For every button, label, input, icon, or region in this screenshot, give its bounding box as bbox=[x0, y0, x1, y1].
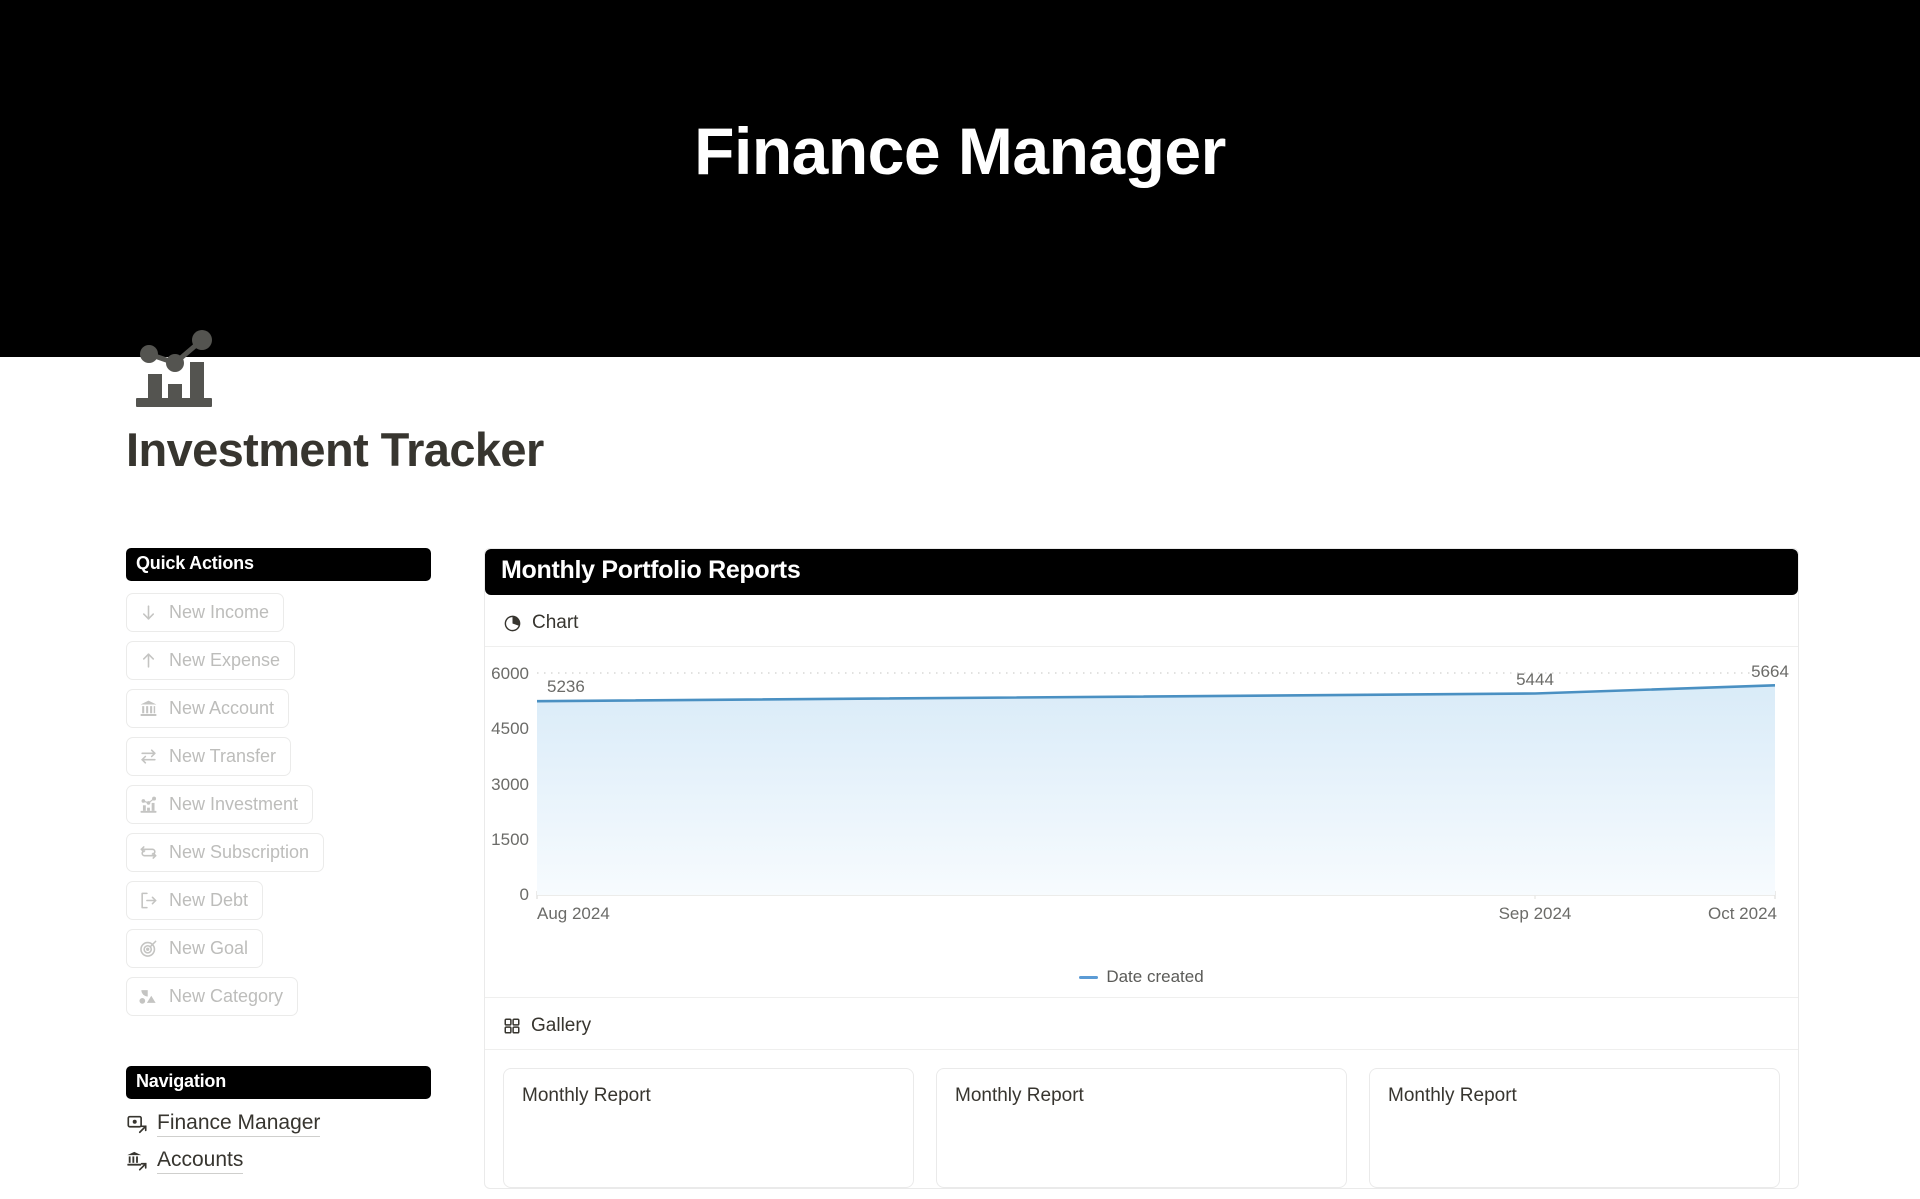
navigation-heading: Navigation bbox=[126, 1066, 431, 1099]
new-transfer-button[interactable]: New Transfer bbox=[126, 737, 292, 776]
svg-text:1500: 1500 bbox=[491, 830, 529, 849]
transfer-arrows-icon bbox=[139, 747, 158, 766]
new-category-button[interactable]: New Category bbox=[126, 977, 299, 1016]
panel-title: Monthly Portfolio Reports bbox=[485, 549, 1798, 595]
svg-text:6000: 6000 bbox=[491, 664, 529, 683]
tab-gallery[interactable]: Gallery bbox=[485, 998, 1798, 1049]
quick-action-label: New Investment bbox=[169, 794, 299, 814]
arrow-up-icon bbox=[139, 651, 158, 670]
svg-text:Oct 2024: Oct 2024 bbox=[1708, 904, 1777, 923]
new-income-button[interactable]: New Income bbox=[126, 593, 285, 632]
svg-text:5444: 5444 bbox=[1516, 670, 1554, 689]
gallery-card[interactable]: Monthly Report bbox=[1369, 1068, 1780, 1188]
pie-chart-icon bbox=[503, 614, 522, 633]
quick-action-label: New Category bbox=[169, 986, 284, 1006]
gallery-card-title: Monthly Report bbox=[1388, 1085, 1517, 1106]
navigation-list: Finance Manager Accounts bbox=[126, 1111, 431, 1174]
new-investment-button[interactable]: New Investment bbox=[126, 785, 314, 824]
monthly-portfolio-reports-panel: Monthly Portfolio Reports Chart 6000 450… bbox=[484, 548, 1799, 1189]
database-link-icon bbox=[126, 1113, 148, 1135]
quick-action-label: New Expense bbox=[169, 650, 281, 670]
quick-action-label: New Goal bbox=[169, 938, 249, 958]
quick-action-label: New Debt bbox=[169, 890, 249, 910]
new-goal-button[interactable]: New Goal bbox=[126, 929, 264, 968]
quick-action-label: New Income bbox=[169, 602, 270, 622]
quick-action-label: New Transfer bbox=[169, 746, 277, 766]
svg-text:Sep 2024: Sep 2024 bbox=[1499, 904, 1572, 923]
svg-text:3000: 3000 bbox=[491, 775, 529, 794]
quick-action-label: New Account bbox=[169, 698, 275, 718]
page-banner: Finance Manager bbox=[0, 0, 1920, 357]
investment-chart-icon bbox=[128, 322, 220, 414]
legend-label: Date created bbox=[1106, 967, 1204, 986]
page-title: Investment Tracker bbox=[126, 423, 544, 476]
chart-growth-icon bbox=[139, 795, 158, 814]
sidebar-item-label: Finance Manager bbox=[157, 1111, 321, 1137]
gallery-card-title: Monthly Report bbox=[955, 1085, 1084, 1106]
chart-legend: Date created bbox=[485, 967, 1798, 1001]
svg-text:Aug 2024: Aug 2024 bbox=[537, 904, 610, 923]
refresh-cycle-icon bbox=[139, 843, 158, 862]
app-root: Finance Manager Investment Tracker Quick… bbox=[0, 0, 1920, 1199]
navigation-block: Navigation Finance Manager Accounts bbox=[126, 1066, 431, 1174]
quick-action-label: New Subscription bbox=[169, 842, 310, 862]
bank-icon bbox=[139, 699, 158, 718]
quick-actions-list: New Income New Expense New Account New T… bbox=[126, 593, 431, 1016]
legend-line-marker bbox=[1079, 975, 1099, 979]
gallery-card[interactable]: Monthly Report bbox=[936, 1068, 1347, 1188]
portfolio-area-chart: 6000 4500 3000 1500 0 5236 5444 5664 Aug… bbox=[485, 647, 1798, 997]
target-icon bbox=[139, 939, 158, 958]
bank-link-icon bbox=[126, 1150, 148, 1172]
new-account-button[interactable]: New Account bbox=[126, 689, 290, 728]
svg-text:5664: 5664 bbox=[1751, 662, 1789, 681]
gallery-card[interactable]: Monthly Report bbox=[503, 1068, 914, 1188]
tab-label: Gallery bbox=[531, 1015, 592, 1036]
shapes-icon bbox=[139, 987, 158, 1006]
banner-title: Finance Manager bbox=[694, 114, 1226, 188]
grid-icon bbox=[503, 1017, 521, 1035]
new-expense-button[interactable]: New Expense bbox=[126, 641, 296, 680]
svg-text:4500: 4500 bbox=[491, 719, 529, 738]
logout-arrow-icon bbox=[139, 891, 158, 910]
sidebar-item-accounts[interactable]: Accounts bbox=[126, 1148, 244, 1174]
new-debt-button[interactable]: New Debt bbox=[126, 881, 264, 920]
new-subscription-button[interactable]: New Subscription bbox=[126, 833, 325, 872]
sidebar: Quick Actions New Income New Expense New… bbox=[126, 548, 431, 1174]
svg-text:5236: 5236 bbox=[547, 677, 585, 696]
sidebar-item-label: Accounts bbox=[157, 1148, 244, 1174]
sidebar-item-finance-manager[interactable]: Finance Manager bbox=[126, 1111, 321, 1137]
arrow-down-icon bbox=[139, 603, 158, 622]
tab-label: Chart bbox=[532, 612, 579, 633]
gallery-card-title: Monthly Report bbox=[522, 1085, 651, 1106]
svg-text:0: 0 bbox=[520, 885, 529, 904]
gallery-card-list: Monthly Report Monthly Report Monthly Re… bbox=[485, 1050, 1798, 1188]
tab-chart[interactable]: Chart bbox=[485, 595, 1798, 646]
quick-actions-heading: Quick Actions bbox=[126, 548, 431, 581]
